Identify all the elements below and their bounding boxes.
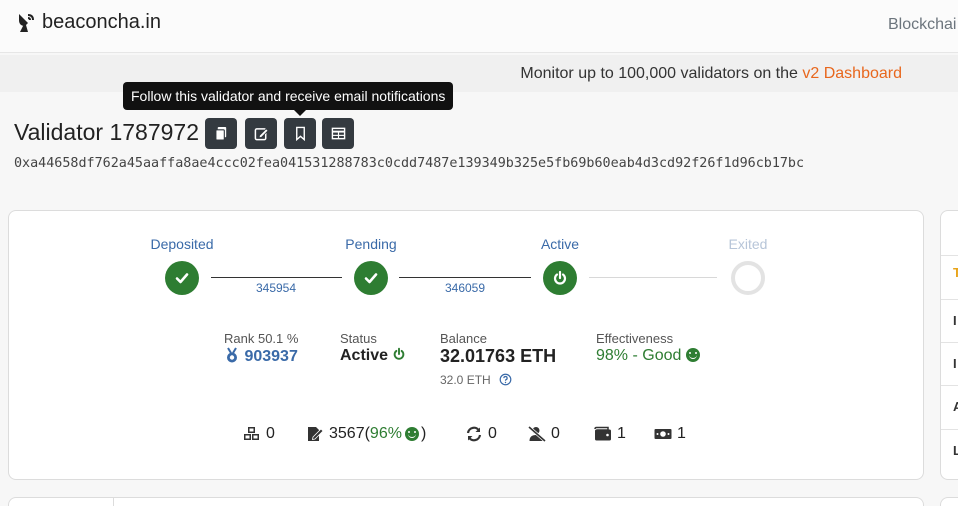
attestations-value: 3567 <box>329 425 365 442</box>
tooltip-arrow <box>294 110 306 116</box>
slashings-value: 0 <box>551 425 560 442</box>
withdrawals-value: 1 <box>677 425 686 442</box>
deposits-count[interactable]: 1 <box>594 425 626 443</box>
details-card <box>8 497 924 506</box>
step-deposited <box>165 261 199 295</box>
slashings-count[interactable]: 0 <box>528 425 560 443</box>
table-icon <box>331 127 345 140</box>
brand-link[interactable]: beaconcha.in <box>16 11 161 34</box>
tooltip-text: Follow this validator and receive email … <box>131 88 446 104</box>
step-label-pending: Pending <box>345 236 397 252</box>
effective-balance: 32.0 ETH <box>440 373 512 387</box>
effectiveness-label: Effectiveness <box>596 331 674 346</box>
copy-button[interactable] <box>205 118 237 149</box>
side-divider <box>941 299 958 300</box>
step-connector <box>211 277 342 278</box>
help-icon[interactable] <box>499 373 512 386</box>
card-divider <box>113 498 114 506</box>
step-connector <box>589 277 717 278</box>
proposals-count[interactable]: 0 <box>243 425 275 443</box>
side-row-label: I <box>953 313 957 328</box>
page-title: Validator 1787972 <box>14 119 199 145</box>
money-bill-icon <box>654 429 672 439</box>
side-divider <box>941 429 958 430</box>
effectiveness-text: 98% - Good <box>596 347 682 364</box>
edit-icon <box>254 128 269 141</box>
balance-value: 32.01763 ETH <box>440 346 557 366</box>
sync-value: 0 <box>488 425 497 442</box>
balance-label: Balance <box>440 331 487 346</box>
table-view-button[interactable] <box>322 118 354 149</box>
banner-text: Monitor up to 100,000 validators on the … <box>520 65 902 83</box>
edit-button[interactable] <box>245 118 277 149</box>
rank-value[interactable]: 903937 <box>224 347 298 366</box>
side-row-label: I <box>953 356 957 371</box>
bookmark-icon <box>295 126 305 141</box>
step-connector <box>399 277 531 278</box>
deposit-epoch[interactable]: 345954 <box>256 281 296 295</box>
copy-icon <box>214 126 226 141</box>
v2-dashboard-link[interactable]: v2 Dashboard <box>802 65 902 82</box>
check-icon <box>175 273 189 284</box>
effective-balance-value: 32.0 ETH <box>440 373 491 387</box>
file-signature-icon <box>308 427 324 441</box>
status-value: Active <box>340 347 406 365</box>
banner-message: Monitor up to 100,000 validators on the <box>520 65 803 82</box>
side-row-label: L <box>953 443 958 458</box>
sync-icon <box>466 426 482 442</box>
power-icon <box>394 347 405 360</box>
smile-icon <box>685 348 700 362</box>
attestations-percent: 96% <box>369 425 402 442</box>
side-row-label: A <box>953 399 958 414</box>
attestations-paren-close: ) <box>420 425 427 442</box>
smile-icon <box>404 427 419 441</box>
nav-link-blockchain[interactable]: Blockchai <box>888 16 956 34</box>
rank-number: 903937 <box>244 348 298 365</box>
side-info-card: T I I A L <box>940 210 958 480</box>
side-divider <box>941 255 958 256</box>
side-card-lower <box>940 497 958 506</box>
satellite-dish-icon <box>19 13 34 32</box>
attestations-count[interactable]: 3567(96%) <box>306 425 426 443</box>
proposals-value: 0 <box>266 425 275 442</box>
medal-icon <box>227 347 237 363</box>
step-label-exited: Exited <box>728 236 768 252</box>
wallet-icon <box>594 426 611 441</box>
validator-pubkey[interactable]: 0xa44658df762a45aaffa8ae4ccc02fea0415312… <box>14 156 804 171</box>
follow-bookmark-button[interactable] <box>284 118 316 149</box>
effectiveness-value: 98% - Good <box>596 347 700 365</box>
step-pending <box>354 261 388 295</box>
top-navbar: beaconcha.in Blockchai <box>0 0 958 53</box>
status-text: Active <box>340 347 389 364</box>
side-divider <box>941 342 958 343</box>
sync-count[interactable]: 0 <box>465 425 497 443</box>
status-label: Status <box>340 331 377 346</box>
activation-epoch[interactable]: 346059 <box>445 281 485 295</box>
side-row-label: T <box>953 265 958 280</box>
deposits-value: 1 <box>617 425 626 442</box>
follow-tooltip: Follow this validator and receive email … <box>123 82 454 116</box>
step-exited <box>731 261 765 295</box>
rank-label: Rank 50.1 % <box>224 331 299 346</box>
withdrawals-count[interactable]: 1 <box>654 425 686 443</box>
check-icon <box>364 273 378 284</box>
user-slash-icon <box>528 426 546 442</box>
step-label-deposited: Deposited <box>150 236 214 252</box>
cubes-icon <box>244 427 259 440</box>
side-divider <box>941 385 958 386</box>
step-active <box>543 261 577 295</box>
brand-name: beaconcha.in <box>42 11 161 33</box>
power-icon <box>553 270 567 285</box>
step-label-active: Active <box>540 236 580 252</box>
